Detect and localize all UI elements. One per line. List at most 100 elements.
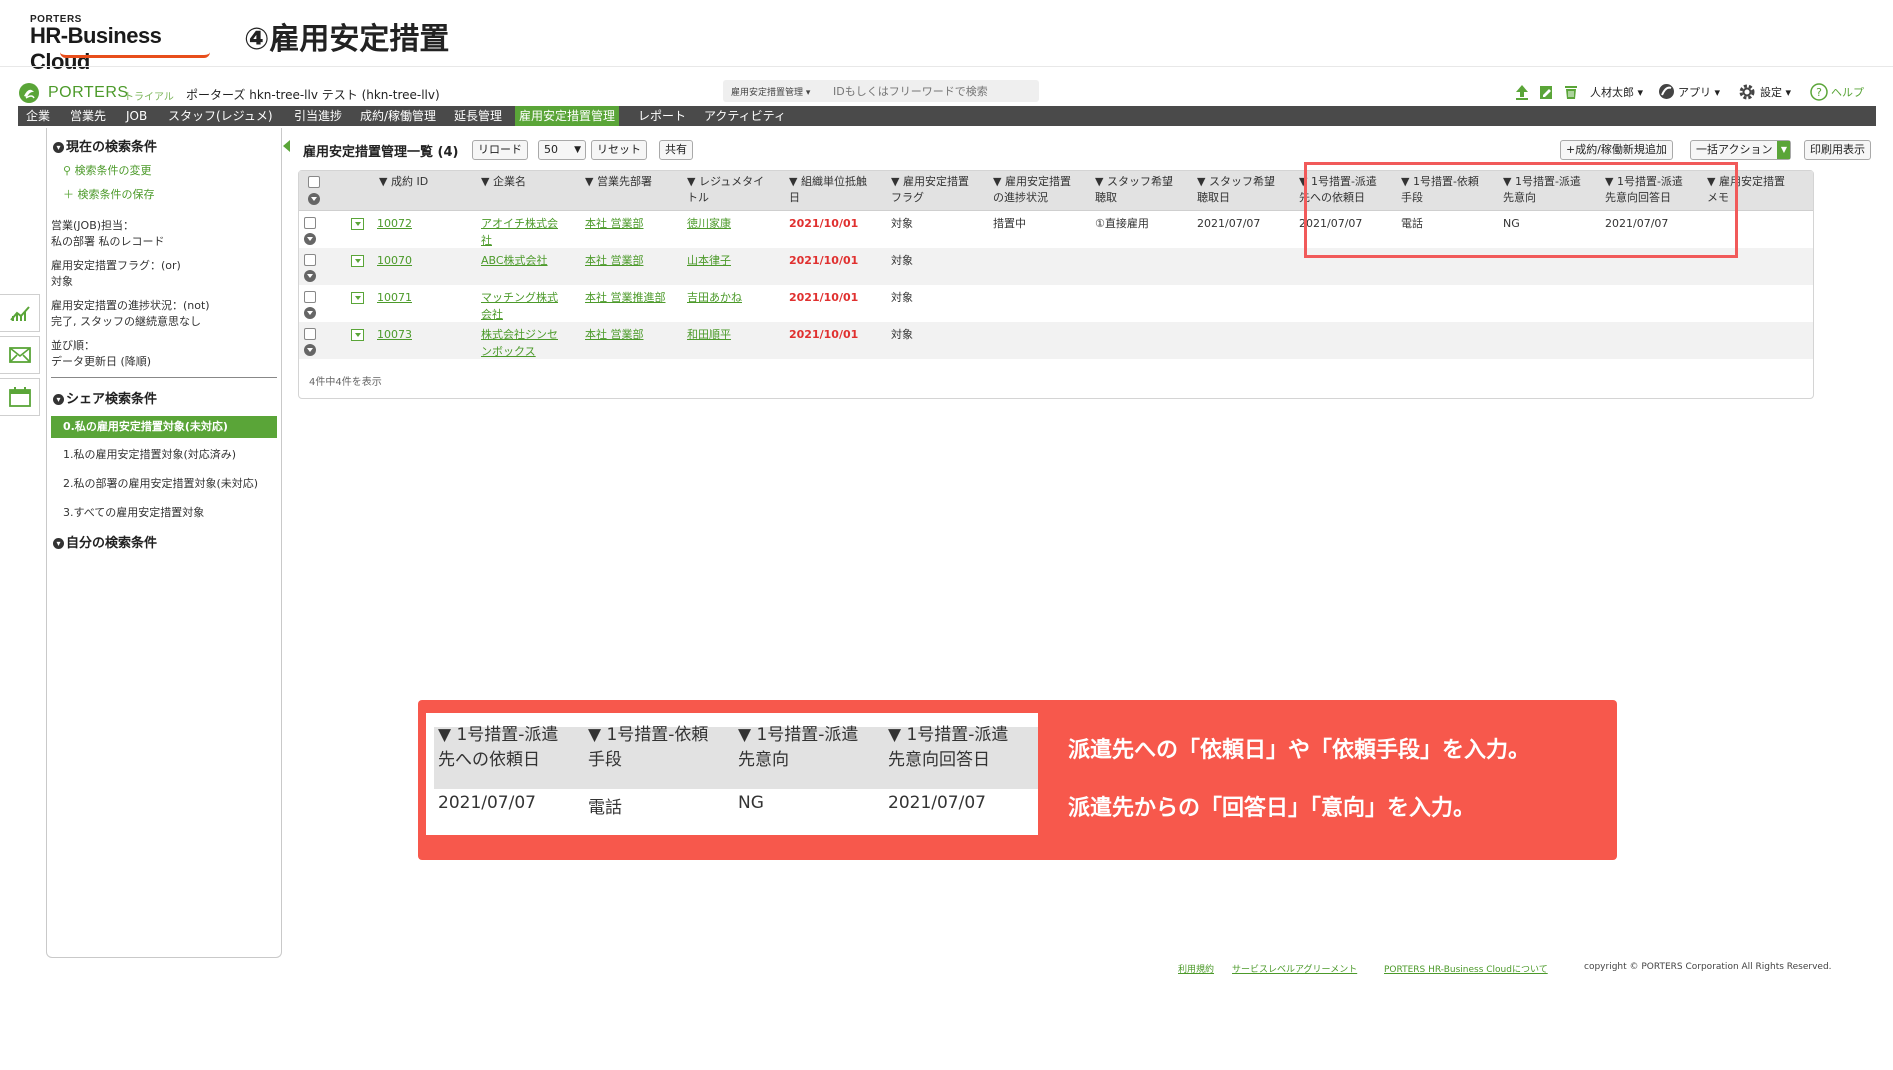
- cell-contract-id[interactable]: 10073: [377, 326, 412, 343]
- cell-stability-flag: 対象: [891, 217, 913, 230]
- col-org-conflict-date[interactable]: ▼ 組織単位抵触 日: [789, 174, 867, 206]
- app-logo-text[interactable]: PORTERS: [48, 84, 129, 102]
- footer-about-link[interactable]: PORTERS HR-Business Cloudについて: [1384, 962, 1548, 975]
- current-conditions-title: 現在の検索条件: [66, 140, 158, 155]
- row-checkbox[interactable]: [304, 217, 316, 229]
- row-expand-icon[interactable]: [351, 218, 364, 230]
- nav-extension[interactable]: 延長管理: [450, 106, 506, 126]
- cell-sales-dept[interactable]: 本社 営業部: [585, 326, 644, 343]
- trash-icon[interactable]: [1564, 84, 1578, 100]
- row-menu-icon[interactable]: [304, 270, 316, 282]
- reload-button[interactable]: リロード: [472, 140, 528, 160]
- nav-progress[interactable]: 引当進捗: [290, 106, 346, 126]
- search-input[interactable]: [833, 81, 1033, 101]
- col-stability-progress[interactable]: ▼ 雇用安定措置 の進捗状況: [993, 174, 1071, 206]
- share-item-2[interactable]: 2.私の部署の雇用安定措置対象(未対応): [63, 475, 258, 491]
- upload-icon[interactable]: [1515, 84, 1529, 100]
- nav-employment-stability[interactable]: 雇用安定措置管理: [515, 106, 620, 126]
- share-conditions-head[interactable]: ▾ シェア検索条件: [53, 388, 157, 407]
- cell-resume-title[interactable]: 山本律子: [687, 252, 731, 269]
- cell-company[interactable]: 株式会社ジンセ ンボックス: [481, 326, 558, 360]
- row-expand-icon[interactable]: [351, 292, 364, 304]
- cell-stability-flag: 対象: [891, 254, 913, 267]
- nav-staff[interactable]: スタッフ(レジュメ): [164, 106, 277, 126]
- nav-job[interactable]: JOB: [122, 106, 151, 126]
- condition-value: 完了, スタッフの継続意思なし: [51, 315, 201, 328]
- cell-contract-id[interactable]: 10070: [377, 252, 412, 269]
- apps-menu[interactable]: アプリ ▾: [1678, 84, 1720, 100]
- search-scope-select[interactable]: 雇用安定措置管理 ▾: [731, 85, 810, 98]
- select-all-checkbox[interactable]: [308, 176, 320, 188]
- add-contract-button[interactable]: +成約/稼働新規追加: [1560, 140, 1673, 160]
- gear-icon[interactable]: [1738, 83, 1756, 101]
- row-menu-icon[interactable]: [304, 307, 316, 319]
- nav-sales-client[interactable]: 営業先: [66, 106, 110, 126]
- porters-logo-icon[interactable]: [18, 82, 40, 104]
- share-item-1[interactable]: 1.私の雇用安定措置対象(対応済み): [63, 446, 236, 462]
- bulk-action-button[interactable]: 一括アクション ▼: [1690, 140, 1792, 160]
- row-expand-icon[interactable]: [351, 329, 364, 341]
- nav-report[interactable]: レポート: [634, 106, 690, 126]
- condition-label: 営業(JOB)担当：: [51, 219, 135, 232]
- footer-terms-link[interactable]: 利用規約: [1178, 962, 1214, 975]
- cell-sales-dept[interactable]: 本社 営業推進部: [585, 289, 666, 306]
- condition-value: 対象: [51, 275, 73, 288]
- share-item-3[interactable]: 3.すべての雇用安定措置対象: [63, 504, 204, 520]
- col-resume-title[interactable]: ▼ レジュメタイ トル: [687, 174, 764, 206]
- help-icon[interactable]: ?: [1810, 83, 1828, 101]
- sidebar: ▾ 現在の検索条件 ⚲ 検索条件の変更 ＋ 検索条件の保存 営業(JOB)担当： …: [46, 128, 282, 958]
- col-staff-hearing-date[interactable]: ▼ スタッフ希望 聴取日: [1197, 174, 1275, 206]
- settings-menu[interactable]: 設定 ▾: [1760, 84, 1791, 100]
- cell-company[interactable]: ABC株式会社: [481, 252, 548, 269]
- main-nav: 企業 営業先 JOB スタッフ(レジュメ) 引当進捗 成約/稼働管理 延長管理 …: [18, 106, 1876, 126]
- col-stability-flag[interactable]: ▼ 雇用安定措置 フラグ: [891, 174, 969, 206]
- collapse-icon: ▾: [53, 538, 64, 549]
- row-checkbox[interactable]: [304, 328, 316, 340]
- row-menu-icon[interactable]: [304, 344, 316, 356]
- help-link[interactable]: ヘルプ: [1831, 84, 1864, 100]
- row-checkbox[interactable]: [304, 291, 316, 303]
- reset-button[interactable]: リセット: [591, 140, 647, 160]
- current-conditions-head[interactable]: ▾ 現在の検索条件: [53, 136, 157, 155]
- cell-company[interactable]: アオイチ株式会 社: [481, 215, 558, 249]
- cell-resume-title[interactable]: 和田順平: [687, 326, 731, 343]
- col-sales-dept[interactable]: ▼ 営業先部署: [585, 174, 652, 190]
- cell-contract-id[interactable]: 10072: [377, 215, 412, 232]
- chevron-down-icon: ▼: [1777, 141, 1791, 159]
- nav-company[interactable]: 企業: [22, 106, 54, 126]
- own-conditions-head[interactable]: ▾ 自分の検索条件: [53, 532, 157, 551]
- header-menu-icon[interactable]: [308, 193, 320, 205]
- nav-activity[interactable]: アクティビティ: [700, 106, 790, 126]
- print-view-button[interactable]: 印刷用表示: [1804, 140, 1871, 160]
- table-row: 10073 株式会社ジンセ ンボックス 本社 営業部 和田順平 2021/10/…: [299, 322, 1813, 359]
- apps-icon[interactable]: [1658, 83, 1675, 100]
- cell-contract-id[interactable]: 10071: [377, 289, 412, 306]
- col-company[interactable]: ▼ 企業名: [481, 174, 526, 190]
- share-item-0[interactable]: 0.私の雇用安定措置対象(未対応): [51, 416, 277, 438]
- cell-resume-title[interactable]: 吉田あかね: [687, 289, 742, 306]
- user-menu[interactable]: 人材太郎 ▾: [1590, 84, 1643, 100]
- cell-resume-title[interactable]: 徳川家康: [687, 215, 731, 232]
- chart-icon[interactable]: [0, 294, 40, 332]
- col-staff-hearing[interactable]: ▼ スタッフ希望 聴取: [1095, 174, 1173, 206]
- cell-sales-dept[interactable]: 本社 営業部: [585, 215, 644, 232]
- col-contract-id[interactable]: ▼ 成約 ID: [379, 174, 428, 190]
- cell-sales-dept[interactable]: 本社 営業部: [585, 252, 644, 269]
- save-conditions-link[interactable]: ＋ 検索条件の保存: [63, 186, 155, 202]
- sidebar-collapse-icon[interactable]: [283, 140, 291, 152]
- row-expand-icon[interactable]: [351, 255, 364, 267]
- cell-staff-hearing: ①直接雇用: [1095, 217, 1149, 230]
- share-button[interactable]: 共有: [659, 140, 693, 160]
- cell-company[interactable]: マッチング株式 会社: [481, 289, 558, 323]
- nav-contract[interactable]: 成約/稼働管理: [356, 106, 440, 126]
- edit-note-icon[interactable]: [1539, 84, 1554, 100]
- calendar-icon[interactable]: [0, 378, 40, 416]
- row-menu-icon[interactable]: [304, 233, 316, 245]
- row-checkbox[interactable]: [304, 254, 316, 266]
- copyright: copyright © PORTERS Corporation All Righ…: [1584, 962, 1832, 972]
- divider: [0, 66, 1893, 67]
- footer-sla-link[interactable]: サービスレベルアグリーメント: [1232, 962, 1357, 975]
- mail-icon[interactable]: [0, 336, 40, 374]
- change-conditions-link[interactable]: ⚲ 検索条件の変更: [63, 162, 152, 178]
- page-size-select[interactable]: 50 ▼: [538, 140, 586, 160]
